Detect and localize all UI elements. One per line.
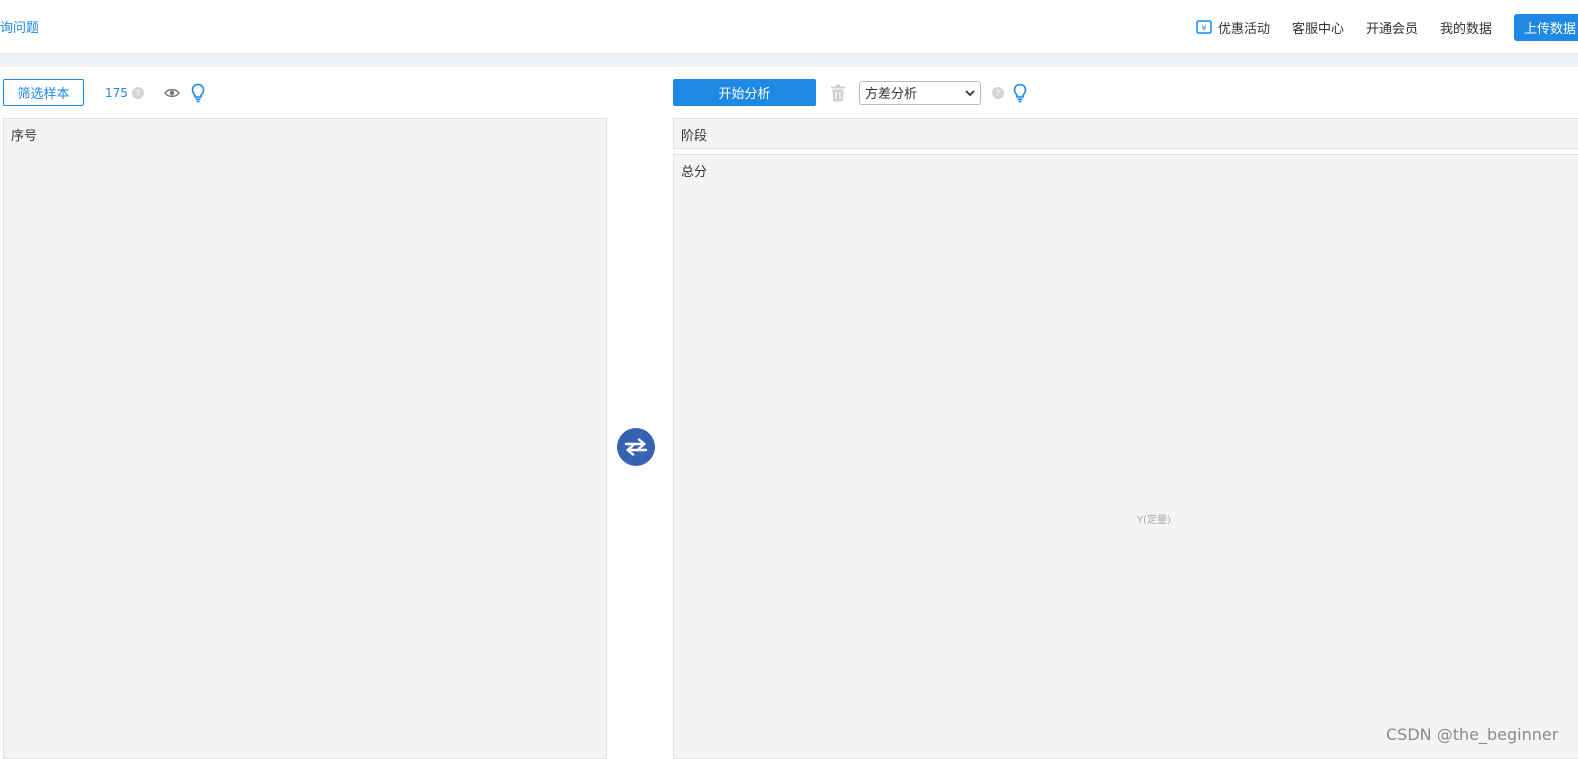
method-lightbulb-icon[interactable] bbox=[1013, 83, 1027, 103]
watermark: CSDN @the_beginner bbox=[1386, 725, 1559, 744]
trash-icon[interactable] bbox=[830, 84, 846, 102]
y-variable-item[interactable]: 总分 bbox=[681, 161, 707, 180]
analysis-toolbar: 开始分析 方差分析 ? bbox=[673, 79, 1027, 106]
lightbulb-icon[interactable] bbox=[191, 83, 205, 103]
analysis-page: 询问题 ¥ 优惠活动 客服中心 开通会员 我的数据 上传数据 筛选样本 175 … bbox=[0, 0, 1578, 759]
nav-promo[interactable]: ¥ 优惠活动 bbox=[1196, 18, 1270, 37]
top-header: 询问题 ¥ 优惠活动 客服中心 开通会员 我的数据 上传数据 bbox=[0, 0, 1578, 54]
method-help-icon[interactable]: ? bbox=[992, 86, 1004, 99]
header-divider-band bbox=[0, 54, 1578, 67]
y-variable-panel[interactable]: 总分 Y(定量) bbox=[673, 154, 1578, 759]
sample-count: 175 bbox=[105, 85, 128, 100]
faq-link[interactable]: 询问题 bbox=[0, 17, 39, 36]
variable-item[interactable]: 序号 bbox=[11, 125, 37, 144]
upload-data-button[interactable]: 上传数据 bbox=[1514, 13, 1578, 41]
x-variable-item[interactable]: 阶段 bbox=[681, 125, 707, 144]
svg-text:¥: ¥ bbox=[1201, 24, 1206, 33]
nav-promo-label: 优惠活动 bbox=[1217, 21, 1270, 37]
nav-vip[interactable]: 开通会员 bbox=[1366, 18, 1418, 37]
nav-service-label: 客服中心 bbox=[1291, 21, 1344, 37]
filter-sample-button[interactable]: 筛选样本 bbox=[3, 79, 84, 106]
analysis-method-select[interactable]: 方差分析 bbox=[859, 80, 981, 105]
svg-text:?: ? bbox=[136, 89, 141, 99]
swap-variables-button[interactable] bbox=[617, 428, 655, 466]
nav-my-data-label: 我的数据 bbox=[1439, 21, 1492, 37]
chevron-down-icon bbox=[965, 89, 975, 96]
coupon-icon: ¥ bbox=[1196, 20, 1212, 34]
eye-icon[interactable] bbox=[164, 87, 180, 99]
variable-list-panel[interactable]: 序号 bbox=[3, 118, 607, 759]
help-icon[interactable]: ? bbox=[131, 86, 144, 99]
sample-toolbar: 筛选样本 175 ? bbox=[3, 79, 205, 106]
x-variable-panel[interactable]: 阶段 bbox=[673, 118, 1578, 149]
analysis-method-value: 方差分析 bbox=[865, 87, 918, 102]
nav-my-data[interactable]: 我的数据 bbox=[1440, 18, 1492, 37]
upload-data-label: 上传数据 bbox=[1524, 21, 1577, 37]
nav-service[interactable]: 客服中心 bbox=[1292, 18, 1344, 37]
swap-arrows-icon bbox=[624, 438, 648, 456]
top-nav: ¥ 优惠活动 客服中心 开通会员 我的数据 上传数据 bbox=[1196, 13, 1578, 41]
start-analysis-button[interactable]: 开始分析 bbox=[673, 79, 816, 106]
nav-vip-label: 开通会员 bbox=[1365, 21, 1418, 37]
y-panel-hint: Y(定量) bbox=[1137, 515, 1171, 526]
svg-text:?: ? bbox=[996, 89, 1001, 99]
